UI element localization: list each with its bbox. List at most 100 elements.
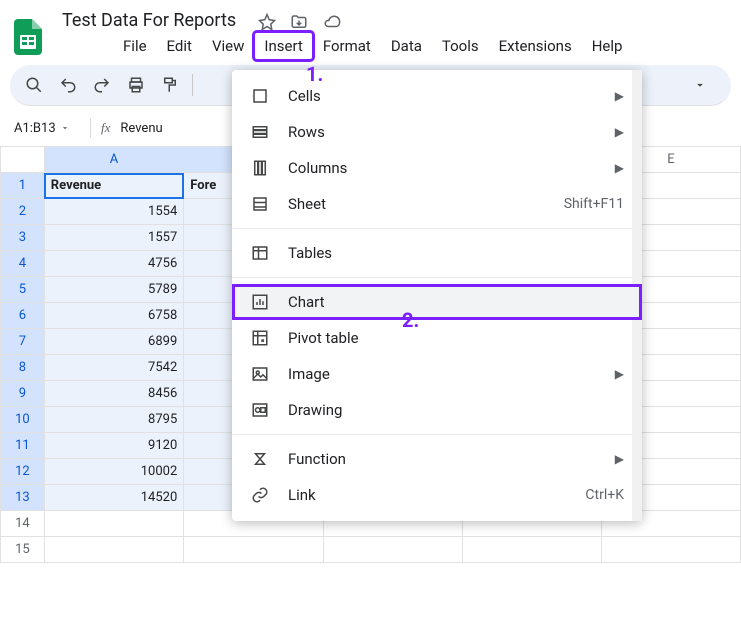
cell-C15[interactable] [323,537,462,563]
cell-A12[interactable]: 10002 [44,459,183,485]
menu-item-label: Chart [288,293,624,311]
menu-item-sheet[interactable]: Sheet Shift+F11 [232,186,642,222]
cell-A13[interactable]: 14520 [44,485,183,511]
row-head-13[interactable]: 13 [1,485,45,511]
cell-A8[interactable]: 7542 [44,355,183,381]
menu-shortcut: Ctrl+K [585,487,624,503]
menu-view[interactable]: View [203,33,253,59]
menu-item-label: Function [288,450,597,468]
menu-help[interactable]: Help [583,33,632,59]
cell-A5[interactable]: 5789 [44,277,183,303]
function-icon [250,449,270,469]
col-head-A[interactable]: A [44,147,183,173]
fx-icon: fx [101,120,110,136]
submenu-arrow-icon: ▶ [615,452,624,466]
row-head-11[interactable]: 11 [1,433,45,459]
cell-A1[interactable]: Revenue [44,173,183,199]
row-head-14[interactable]: 14 [1,511,45,537]
row-head-8[interactable]: 8 [1,355,45,381]
row-head-5[interactable]: 5 [1,277,45,303]
row-head-7[interactable]: 7 [1,329,45,355]
submenu-arrow-icon: ▶ [615,161,624,175]
menu-bar: FileEditViewInsertFormatDataToolsExtensi… [56,33,729,65]
menu-item-columns[interactable]: Columns ▶ [232,150,642,186]
redo-icon[interactable] [88,71,116,99]
image-icon [250,364,270,384]
name-box[interactable]: A1:B13 [10,119,80,138]
chart-icon [250,292,270,312]
menu-file[interactable]: File [114,33,156,59]
paint-format-icon[interactable] [156,71,184,99]
menu-item-cells[interactable]: Cells ▶ [232,78,642,114]
cell-A15[interactable] [44,537,183,563]
annotation-1: 1. [306,62,323,86]
title-bar: Test Data For Reports FileEditViewInsert… [0,0,741,65]
cell-A11[interactable]: 9120 [44,433,183,459]
cell-A4[interactable]: 4756 [44,251,183,277]
menu-item-label: Rows [288,123,597,141]
menu-item-label: Image [288,365,597,383]
menu-item-chart[interactable]: Chart [232,284,642,320]
menu-item-image[interactable]: Image ▶ [232,356,642,392]
menu-item-drawing[interactable]: Drawing [232,392,642,428]
menu-item-label: Cells [288,87,597,105]
cell-A3[interactable]: 1557 [44,225,183,251]
row-head-15[interactable]: 15 [1,537,45,563]
row-head-4[interactable]: 4 [1,251,45,277]
menu-item-pivot-table[interactable]: Pivot table [232,320,642,356]
pivot-icon [250,328,270,348]
cell-A9[interactable]: 8456 [44,381,183,407]
cell-A10[interactable]: 8795 [44,407,183,433]
name-box-value: A1:B13 [14,121,56,136]
cell-D15[interactable] [462,537,601,563]
print-icon[interactable] [122,71,150,99]
row-head-9[interactable]: 9 [1,381,45,407]
menu-extensions[interactable]: Extensions [490,33,581,59]
rows-icon [250,122,270,142]
menu-item-label: Drawing [288,401,624,419]
cell-E15[interactable] [601,537,740,563]
cell-A7[interactable]: 6899 [44,329,183,355]
star-icon[interactable] [258,13,276,31]
row-head-10[interactable]: 10 [1,407,45,433]
submenu-arrow-icon: ▶ [615,89,624,103]
cell-B15[interactable] [184,537,323,563]
row-head-1[interactable]: 1 [1,173,45,199]
sheet-icon [250,194,270,214]
annotation-2: 2. [402,308,419,332]
row-head-6[interactable]: 6 [1,303,45,329]
cells-icon [250,86,270,106]
menu-item-label: Pivot table [288,329,624,347]
cell-A6[interactable]: 6758 [44,303,183,329]
menu-insert[interactable]: Insert [255,33,311,59]
cell-A2[interactable]: 1554 [44,199,183,225]
menu-item-link[interactable]: Link Ctrl+K [232,477,642,513]
menu-data[interactable]: Data [382,33,431,59]
drawing-icon [250,400,270,420]
undo-icon[interactable] [54,71,82,99]
menu-item-function[interactable]: Function ▶ [232,441,642,477]
sheets-logo-icon[interactable] [12,17,44,57]
menu-item-tables[interactable]: Tables [232,235,642,271]
cloud-status-icon[interactable] [322,13,342,31]
row-head-3[interactable]: 3 [1,225,45,251]
formula-input[interactable]: Revenu [120,121,162,136]
select-all-corner[interactable] [1,147,45,173]
search-menus-icon[interactable] [20,71,48,99]
submenu-arrow-icon: ▶ [615,367,624,381]
menu-item-label: Columns [288,159,597,177]
menu-item-rows[interactable]: Rows▶ [232,114,642,150]
menu-item-label: Link [288,486,567,504]
menu-tools[interactable]: Tools [433,33,488,59]
row-head-12[interactable]: 12 [1,459,45,485]
menu-item-label: Sheet [288,195,546,213]
cell-A14[interactable] [44,511,183,537]
move-icon[interactable] [290,13,308,31]
menu-item-label: Tables [288,244,624,262]
toolbar-more-icon[interactable] [693,71,721,99]
menu-format[interactable]: Format [314,33,380,59]
row-head-2[interactable]: 2 [1,199,45,225]
menu-edit[interactable]: Edit [158,33,201,59]
document-title[interactable]: Test Data For Reports [56,8,242,33]
menu-shortcut: Shift+F11 [564,196,624,212]
